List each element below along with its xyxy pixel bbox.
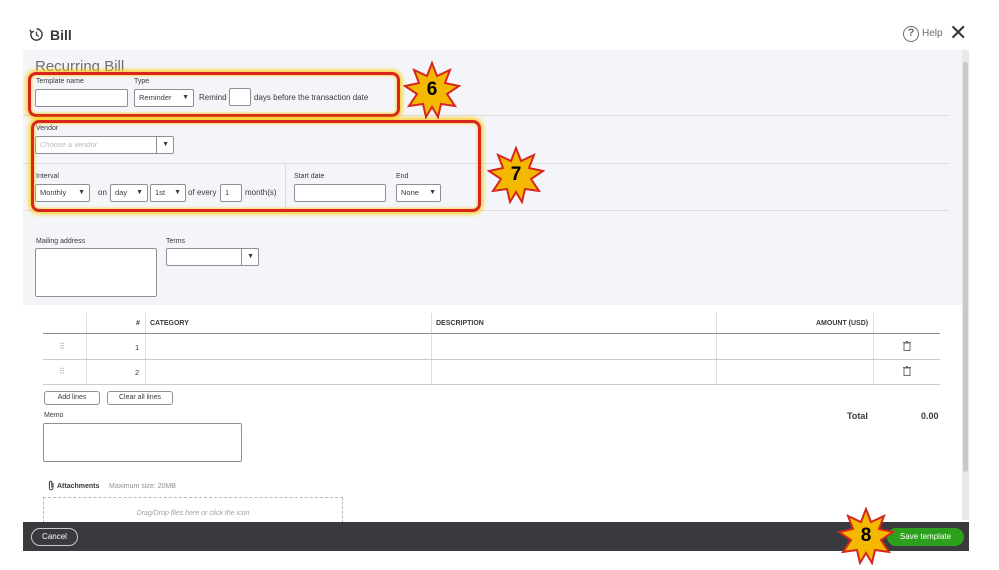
column-divider (716, 335, 717, 359)
callout-7-star: 7 (486, 145, 546, 205)
terms-select[interactable]: ▼ (166, 248, 259, 266)
callout-8-star: 8 (836, 506, 896, 566)
mailing-address-textarea[interactable] (35, 248, 157, 297)
cancel-button[interactable]: Cancel (31, 528, 78, 546)
column-divider (716, 313, 717, 333)
memo-textarea[interactable] (43, 423, 242, 462)
total-value: 0.00 (921, 411, 939, 421)
attachments-max-size: Maximum size: 20MB (109, 483, 176, 490)
attachments-label: Attachments (57, 483, 100, 490)
row-number: 1 (135, 343, 140, 352)
column-divider (145, 360, 146, 384)
callout-6-number: 6 (426, 79, 438, 100)
row-number: 2 (135, 368, 140, 377)
clear-all-lines-button[interactable]: Clear all lines (107, 391, 173, 405)
callout-6-star: 6 (402, 60, 462, 120)
help-link[interactable]: Help (922, 28, 943, 39)
column-divider (431, 360, 432, 384)
callout-8-number: 8 (860, 525, 872, 546)
scrollbar-thumb[interactable] (963, 62, 968, 472)
bill-recurring-icon (29, 28, 43, 41)
column-divider (431, 335, 432, 359)
mailing-address-value (36, 249, 156, 255)
save-template-button[interactable]: Save template (887, 528, 964, 546)
dropzone-text: Drag/Drop files here or click the icon (136, 510, 250, 517)
paperclip-icon (48, 480, 54, 491)
select-divider (241, 249, 242, 265)
total-label: Total (847, 411, 868, 421)
table-row[interactable]: ⠿ 2 (43, 360, 940, 385)
callout-7-outline (31, 120, 481, 212)
column-divider (873, 313, 874, 333)
column-divider (145, 313, 146, 333)
column-header-number: # (136, 320, 140, 327)
drag-handle-icon[interactable]: ⠿ (59, 367, 65, 376)
help-icon[interactable]: ? (903, 26, 919, 42)
column-header-category: CATEGORY (150, 320, 189, 327)
top-bar: Bill ? Help ✕ (23, 20, 969, 50)
column-divider (145, 335, 146, 359)
table-row[interactable]: ⠿ 1 (43, 335, 940, 360)
column-divider (716, 360, 717, 384)
drag-handle-icon[interactable]: ⠿ (59, 342, 65, 351)
mailing-address-label: Mailing address (36, 238, 86, 245)
column-divider (873, 360, 874, 384)
terms-label: Terms (166, 238, 186, 245)
scrollbar[interactable] (962, 50, 969, 520)
column-divider (86, 313, 87, 333)
attachment-dropzone[interactable]: Drag/Drop files here or click the icon (43, 497, 343, 523)
memo-value (44, 424, 241, 430)
column-divider (86, 360, 87, 384)
table-header: # CATEGORY DESCRIPTION AMOUNT (USD) (43, 313, 940, 334)
column-divider (873, 335, 874, 359)
memo-label: Memo (44, 412, 64, 419)
column-header-amount: AMOUNT (USD) (816, 320, 869, 327)
callout-7-number: 7 (510, 164, 522, 185)
column-divider (86, 335, 87, 359)
footer-bar: Cancel Save template (23, 522, 969, 551)
column-divider (431, 313, 432, 333)
column-header-description: DESCRIPTION (436, 320, 484, 327)
close-icon[interactable]: ✕ (949, 22, 967, 44)
chevron-down-icon: ▼ (247, 253, 254, 260)
add-lines-button[interactable]: Add lines (44, 391, 100, 405)
callout-6-outline (28, 72, 400, 117)
trash-icon[interactable] (903, 366, 911, 376)
window-title: Bill (50, 27, 72, 43)
trash-icon[interactable] (903, 341, 911, 351)
